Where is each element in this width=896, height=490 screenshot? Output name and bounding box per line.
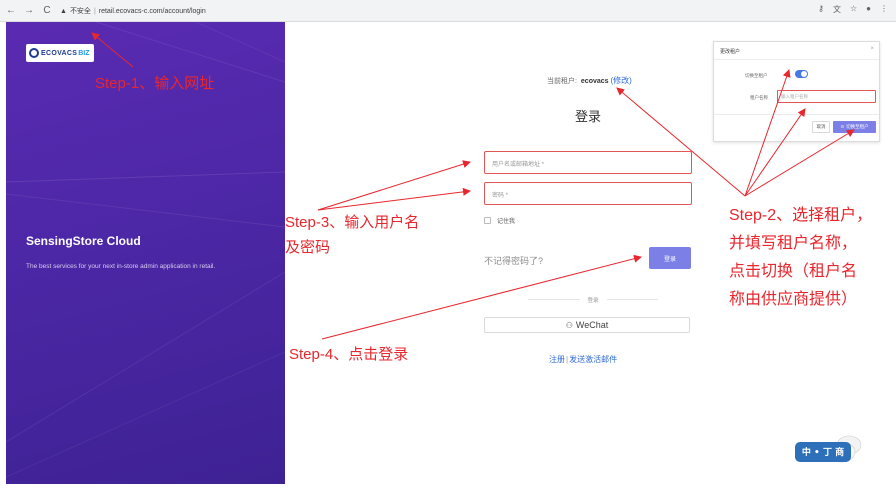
step3-line: Step-3、输入用户名 <box>285 214 420 231</box>
step3-line: 及密码 <box>285 239 331 256</box>
step2-annotation: Step-2、选择租户， 并填写租户名称， 点击切换（租户名 称由供应商提供） <box>729 202 872 314</box>
step2-line: 点击切换（租户名 <box>729 263 858 280</box>
step2-arrow-switch <box>744 129 855 197</box>
step3-arrow-username <box>317 160 471 211</box>
watermark-text: 中 • 丁 商 <box>802 446 844 458</box>
step4-annotation: Step-4、点击登录 <box>289 346 409 363</box>
step2-arrow-name <box>744 108 806 197</box>
step3-arrow-password <box>317 187 471 211</box>
step1-arrow <box>91 32 134 68</box>
step2-line: 并填写租户名称， <box>729 235 858 252</box>
watermark-badge: 中 • 丁 商 <box>795 435 862 463</box>
step2-line: Step-2、选择租户， <box>729 207 873 224</box>
step2-arrow-tenant <box>616 87 746 197</box>
step1-annotation: Step-1、输入网址 <box>95 75 215 92</box>
step3-annotation: Step-3、输入用户名 及密码 <box>285 210 419 260</box>
step4-arrow <box>321 254 642 340</box>
step2-arrow-toggle <box>744 69 791 197</box>
step2-line: 称由供应商提供） <box>729 291 858 308</box>
